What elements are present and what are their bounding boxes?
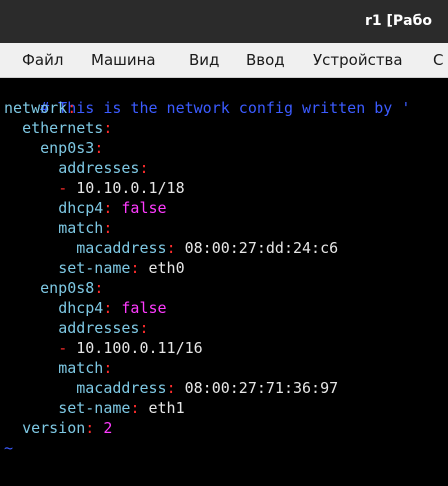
iface1-name: enp0s3 bbox=[40, 139, 95, 157]
iface1-dhcp-key: dhcp4 bbox=[58, 199, 104, 217]
list-dash: - bbox=[58, 339, 68, 357]
menu-view[interactable]: Вид bbox=[189, 51, 219, 69]
iface2-setname-value: eth1 bbox=[148, 399, 185, 417]
colon: : bbox=[103, 199, 113, 217]
menu-file[interactable]: Файл bbox=[22, 51, 63, 69]
empty-line-tilde: ~ bbox=[4, 439, 14, 457]
line-iface2-mac: macaddress: 08:00:27:71:36:97 bbox=[4, 378, 338, 398]
version-value: 2 bbox=[103, 419, 113, 437]
colon: : bbox=[103, 119, 113, 137]
menu-machine[interactable]: Машина bbox=[91, 51, 156, 69]
colon: : bbox=[103, 299, 113, 317]
line-iface1-mac: macaddress: 08:00:27:dd:24:c6 bbox=[4, 238, 338, 258]
line-iface1-match: match: bbox=[4, 218, 112, 238]
version-key: version bbox=[22, 419, 86, 437]
colon: : bbox=[94, 279, 104, 297]
colon: : bbox=[166, 239, 176, 257]
colon: : bbox=[103, 359, 113, 377]
iface1-dhcp-value: false bbox=[121, 199, 167, 217]
colon: : bbox=[139, 319, 149, 337]
line-version: version: 2 bbox=[4, 418, 112, 438]
line-iface1-dhcp: dhcp4: false bbox=[4, 198, 167, 218]
iface2-dhcp-key: dhcp4 bbox=[58, 299, 104, 317]
colon: : bbox=[130, 259, 140, 277]
line-comment: # This is the network config written by … bbox=[4, 78, 410, 117]
colon: : bbox=[130, 399, 140, 417]
colon: : bbox=[94, 139, 104, 157]
iface2-name: enp0s8 bbox=[40, 279, 95, 297]
iface1-match-key: match bbox=[58, 219, 104, 237]
line-iface2-addresses: addresses: bbox=[4, 318, 149, 338]
iface2-match-key: match bbox=[58, 359, 104, 377]
menu-input[interactable]: Ввод bbox=[246, 51, 285, 69]
config-comment: # This is the network config written by … bbox=[40, 99, 411, 117]
line-iface1: enp0s3: bbox=[4, 138, 103, 158]
terminal-screen[interactable]: # This is the network config written by … bbox=[0, 78, 448, 486]
line-iface1-address: - 10.10.0.1/18 bbox=[4, 178, 185, 198]
iface2-addresses-key: addresses bbox=[58, 319, 140, 337]
line-iface1-addresses: addresses: bbox=[4, 158, 149, 178]
line-iface1-setname: set-name: eth0 bbox=[4, 258, 185, 278]
colon: : bbox=[67, 99, 77, 117]
ethernets-key: ethernets bbox=[22, 119, 104, 137]
iface2-mac-key: macaddress bbox=[76, 379, 167, 397]
line-ethernets: ethernets: bbox=[4, 118, 112, 138]
colon: : bbox=[139, 159, 149, 177]
line-iface2-address: - 10.100.0.11/16 bbox=[4, 338, 203, 358]
menu-devices[interactable]: Устройства bbox=[313, 51, 403, 69]
line-network: network: bbox=[4, 98, 76, 118]
line-tilde: ~ bbox=[4, 438, 13, 458]
iface1-setname-value: eth0 bbox=[148, 259, 185, 277]
iface1-setname-key: set-name bbox=[58, 259, 131, 277]
list-dash: - bbox=[58, 179, 68, 197]
iface1-address: 10.10.0.1/18 bbox=[76, 179, 185, 197]
iface1-addresses-key: addresses bbox=[58, 159, 140, 177]
window-title: r1 [Рабо bbox=[365, 13, 433, 29]
line-iface2-setname: set-name: eth1 bbox=[4, 398, 185, 418]
menu-bar: Файл Машина Вид Ввод Устройства С bbox=[0, 43, 448, 78]
line-iface2-dhcp: dhcp4: false bbox=[4, 298, 167, 318]
iface1-mac-value: 08:00:27:dd:24:c6 bbox=[184, 239, 339, 257]
line-iface2: enp0s8: bbox=[4, 278, 103, 298]
iface2-setname-key: set-name bbox=[58, 399, 131, 417]
iface2-dhcp-value: false bbox=[121, 299, 167, 317]
iface2-mac-value: 08:00:27:71:36:97 bbox=[184, 379, 339, 397]
colon: : bbox=[103, 219, 113, 237]
window-titlebar[interactable]: r1 [Рабо bbox=[0, 0, 448, 43]
menu-help[interactable]: С bbox=[433, 51, 443, 69]
line-iface2-match: match: bbox=[4, 358, 112, 378]
iface2-address: 10.100.0.11/16 bbox=[76, 339, 203, 357]
iface1-mac-key: macaddress bbox=[76, 239, 167, 257]
colon: : bbox=[166, 379, 176, 397]
colon: : bbox=[85, 419, 95, 437]
network-key: network bbox=[4, 99, 68, 117]
